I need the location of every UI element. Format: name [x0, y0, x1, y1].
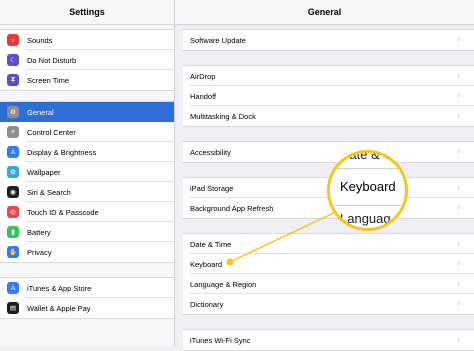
magnifier-divider-bottom [330, 205, 405, 206]
magnifier-text-bottom: Languag [340, 211, 391, 226]
magnifier-callout: Date & Ti Keyboard Languag [327, 150, 408, 231]
callout-dot [226, 258, 234, 266]
magnifier-text-keyboard: Keyboard [340, 179, 396, 194]
magnifier-divider-top [330, 168, 405, 169]
callout-pointer-line [229, 209, 341, 263]
